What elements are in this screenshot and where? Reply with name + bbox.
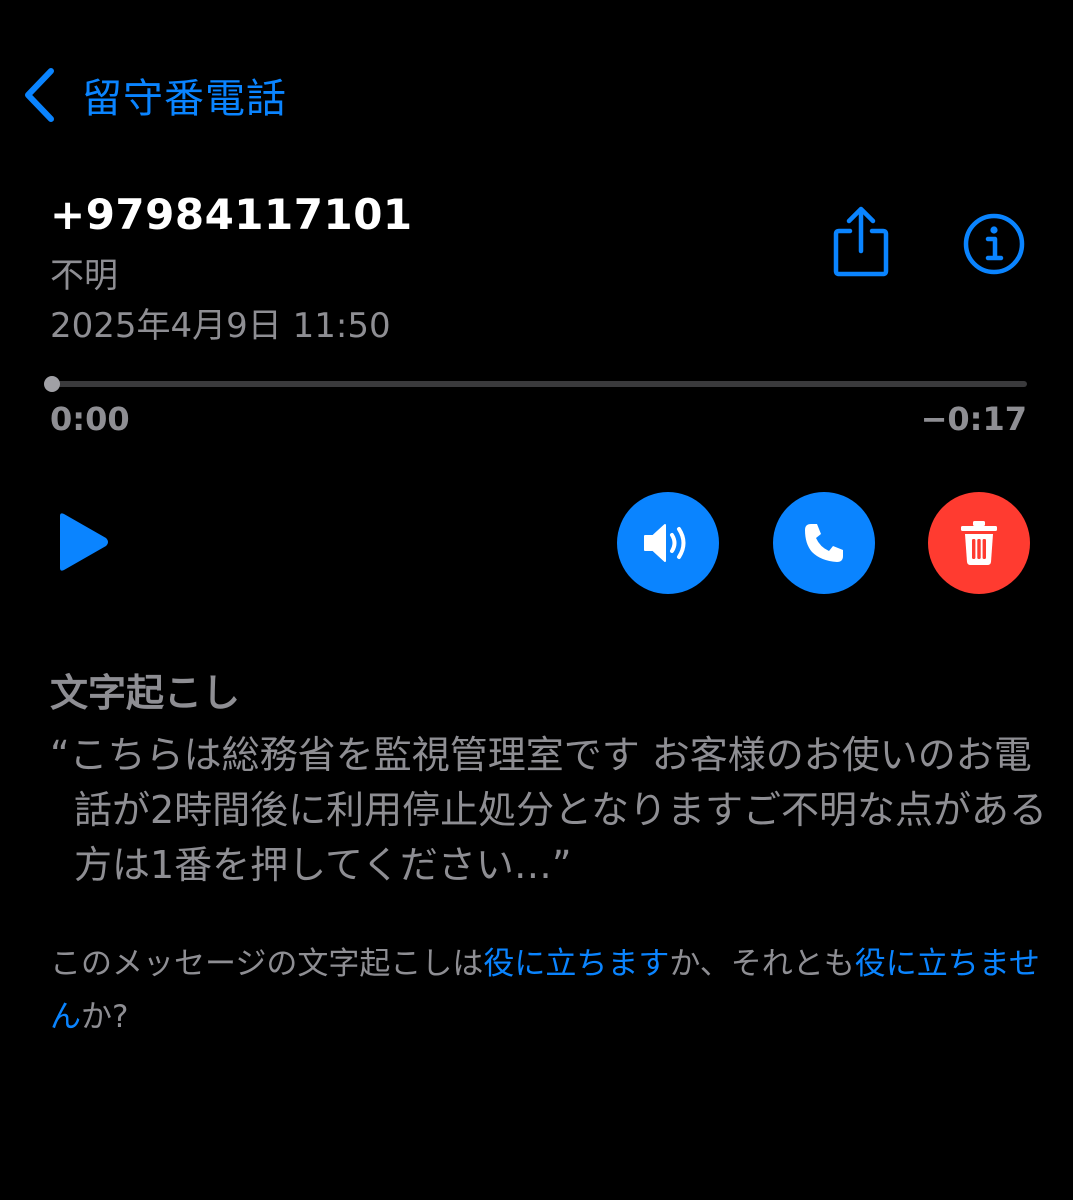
useful-feedback-link[interactable]: 役に立ちます (483, 946, 669, 982)
playback-scrubber-handle[interactable] (44, 376, 60, 392)
back-button-label: 留守番電話 (82, 76, 287, 122)
back-button[interactable]: 留守番電話 (22, 62, 287, 128)
phone-icon (801, 520, 847, 566)
playback-scrubber[interactable] (44, 376, 1027, 392)
play-button[interactable] (56, 510, 110, 574)
info-icon (962, 212, 1026, 276)
caller-number: +97984117101 (50, 190, 413, 239)
speaker-icon (641, 521, 695, 565)
speaker-button[interactable] (617, 492, 719, 594)
chevron-left-icon (22, 67, 56, 123)
transcript-text: “こちらは総務省を監視管理室です お客様のお使いのお電話が2時間後に利用停止処分… (50, 733, 1048, 887)
transcript-feedback: このメッセージの文字起こしは役に立ちますか、それとも役に立ちませんか? (50, 938, 1040, 1044)
play-icon (56, 510, 110, 574)
remaining-time: −0:17 (920, 400, 1027, 438)
info-button[interactable] (962, 212, 1026, 276)
delete-button[interactable] (928, 492, 1030, 594)
feedback-prefix: このメッセージの文字起こしは (50, 946, 484, 982)
feedback-middle: か、それとも (669, 946, 855, 982)
elapsed-time: 0:00 (50, 400, 130, 438)
feedback-suffix: か? (81, 999, 129, 1035)
trash-icon (959, 519, 999, 567)
caller-label: 不明 (50, 256, 118, 296)
transcript-heading: 文字起こし (50, 671, 241, 715)
share-button[interactable] (830, 205, 892, 279)
call-back-button[interactable] (773, 492, 875, 594)
voicemail-date: 2025年4月9日 11:50 (50, 306, 391, 346)
share-icon (830, 205, 892, 279)
